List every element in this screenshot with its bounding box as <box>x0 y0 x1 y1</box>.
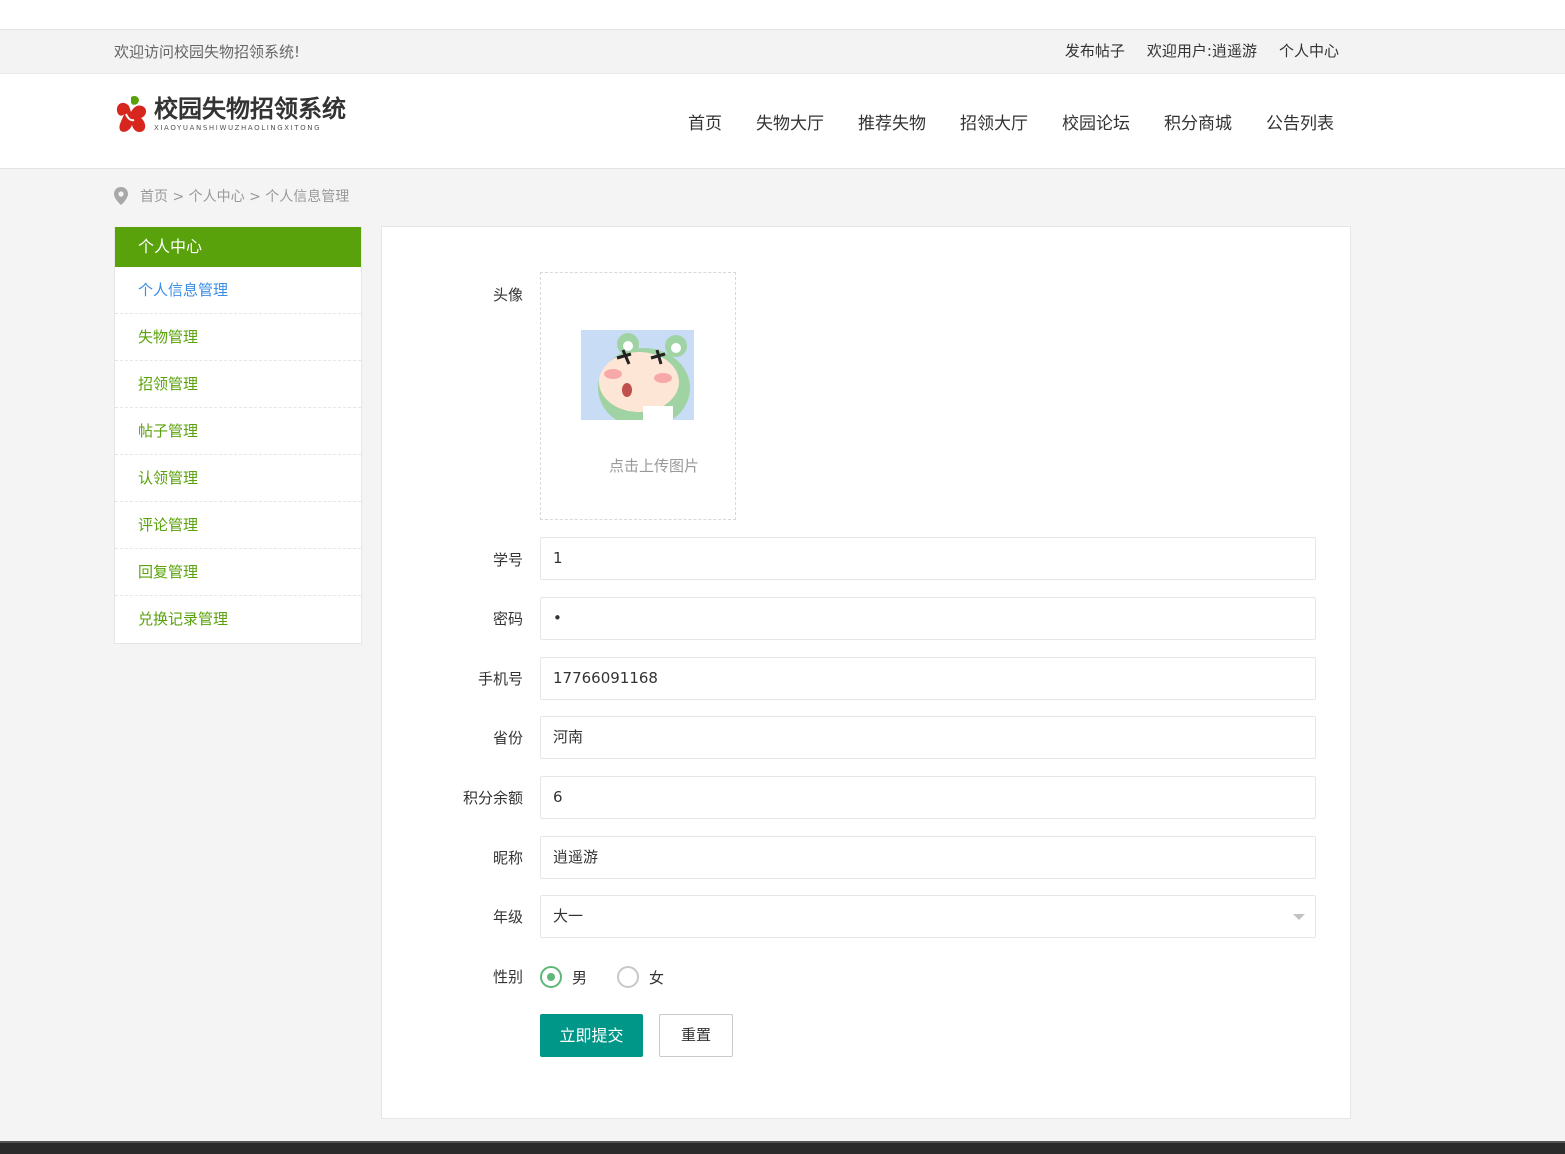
sidebar-item-lost[interactable]: 失物管理 <box>115 314 361 361</box>
site-logo[interactable]: 校园失物招领系统 XIAOYUANSHIWUZHAOLINGXITONG <box>114 94 346 134</box>
breadcrumb: 首页 > 个人中心 > 个人信息管理 <box>114 186 349 206</box>
points-input[interactable]: 6 <box>540 776 1316 819</box>
publish-post-link[interactable]: 发布帖子 <box>1065 40 1125 61</box>
radio-checked-icon <box>540 966 562 988</box>
site-subtitle: XIAOYUANSHIWUZHAOLINGXITONG <box>154 124 322 132</box>
avatar-upload[interactable]: 点击上传图片 <box>540 272 736 520</box>
grade-select-value: 大一 <box>553 907 584 925</box>
chevron-down-icon <box>1293 914 1305 920</box>
province-input[interactable]: 河南 <box>540 716 1316 759</box>
nav-announcements[interactable]: 公告列表 <box>1266 109 1334 134</box>
profile-form: 头像 点击上传图片 学号 1 密码 • 手机号 17766091168 省份 河… <box>381 226 1351 1119</box>
sidebar-item-found[interactable]: 招领管理 <box>115 361 361 408</box>
student-id-label: 学号 <box>492 551 523 569</box>
nav-campus-forum[interactable]: 校园论坛 <box>1062 109 1130 134</box>
top-bar: 欢迎访问校园失物招领系统! 发布帖子 欢迎用户:逍遥游 个人中心 <box>0 30 1565 74</box>
nav-home[interactable]: 首页 <box>688 109 722 134</box>
footer <box>0 1141 1565 1154</box>
header: 校园失物招领系统 XIAOYUANSHIWUZHAOLINGXITONG 首页 … <box>0 74 1565 169</box>
sidebar-item-claims[interactable]: 认领管理 <box>115 455 361 502</box>
points-label: 积分余额 <box>462 789 523 807</box>
sidebar-item-profile[interactable]: 个人信息管理 <box>115 267 361 314</box>
gender-radio-female[interactable]: 女 <box>617 966 664 988</box>
welcome-user-link[interactable]: 欢迎用户:逍遥游 <box>1147 40 1257 61</box>
main-nav: 首页 失物大厅 推荐失物 招领大厅 校园论坛 积分商城 公告列表 <box>688 109 1334 134</box>
password-label: 密码 <box>492 610 523 628</box>
submit-button[interactable]: 立即提交 <box>540 1014 643 1057</box>
nickname-label: 昵称 <box>492 849 523 867</box>
top-links: 发布帖子 欢迎用户:逍遥游 个人中心 <box>1065 40 1339 61</box>
sidebar-item-comments[interactable]: 评论管理 <box>115 502 361 549</box>
password-input[interactable]: • <box>540 597 1316 640</box>
gender-radio-female-label: 女 <box>649 968 665 987</box>
personal-center-link[interactable]: 个人中心 <box>1279 40 1339 61</box>
nav-lost-hall[interactable]: 失物大厅 <box>756 109 824 134</box>
location-pin-icon <box>114 187 128 205</box>
nickname-input[interactable]: 逍遥游 <box>540 836 1316 879</box>
nav-points-mall[interactable]: 积分商城 <box>1164 109 1232 134</box>
gender-label: 性别 <box>492 968 523 986</box>
phone-input[interactable]: 17766091168 <box>540 657 1316 700</box>
logo-fruit-icon <box>116 95 147 133</box>
reset-button[interactable]: 重置 <box>659 1014 733 1057</box>
site-title: 校园失物招领系统 <box>154 94 346 123</box>
sidebar-title: 个人中心 <box>115 227 361 267</box>
sidebar: 个人中心 个人信息管理 失物管理 招领管理 帖子管理 认领管理 评论管理 回复管… <box>114 227 362 644</box>
window-top-strip <box>0 0 1565 30</box>
welcome-text: 欢迎访问校园失物招领系统! <box>114 43 301 61</box>
radio-unchecked-icon <box>617 966 639 988</box>
sidebar-item-posts[interactable]: 帖子管理 <box>115 408 361 455</box>
upload-tip: 点击上传图片 <box>608 457 699 475</box>
grade-select[interactable]: 大一 <box>540 895 1316 938</box>
sidebar-item-redemptions[interactable]: 兑换记录管理 <box>115 596 361 643</box>
breadcrumb-text[interactable]: 首页 > 个人中心 > 个人信息管理 <box>140 186 349 206</box>
grade-label: 年级 <box>492 908 523 926</box>
nav-recommended-lost[interactable]: 推荐失物 <box>858 109 926 134</box>
student-id-input[interactable]: 1 <box>540 537 1316 580</box>
gender-radio-male-label: 男 <box>572 968 588 987</box>
avatar-image <box>581 330 694 420</box>
gender-radio-male[interactable]: 男 <box>540 966 587 988</box>
sidebar-item-replies[interactable]: 回复管理 <box>115 549 361 596</box>
phone-label: 手机号 <box>477 670 523 688</box>
province-label: 省份 <box>492 729 523 747</box>
nav-found-hall[interactable]: 招领大厅 <box>960 109 1028 134</box>
avatar-label: 头像 <box>492 286 523 304</box>
